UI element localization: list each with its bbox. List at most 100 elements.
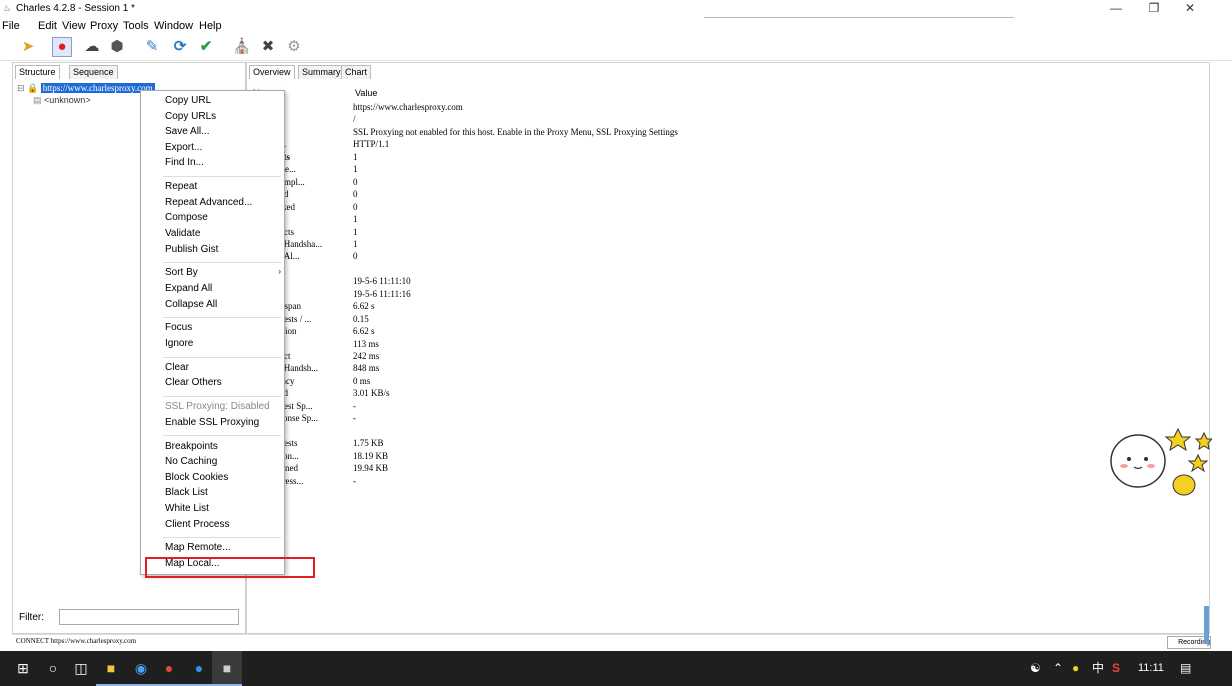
menu-item-repeat-advanced[interactable]: Repeat Advanced... [165, 197, 252, 208]
app-blue-icon[interactable]: ● [184, 651, 214, 686]
pen-icon[interactable]: ✎ [142, 37, 162, 57]
menu-item-publish-gist[interactable]: Publish Gist [165, 244, 218, 255]
menu-item-find-in[interactable]: Find In... [165, 157, 204, 168]
overview-row-value[interactable]: 19-5-6 11:11:10 [353, 276, 411, 286]
notification-icon[interactable]: ▤ [1180, 651, 1191, 686]
menu-item-clear-others[interactable]: Clear Others [165, 377, 222, 388]
overview-row-value[interactable]: 6.62 s [353, 301, 375, 311]
menu-item-copy-url[interactable]: Copy URL [165, 95, 211, 106]
check-icon[interactable]: ✔ [196, 37, 216, 57]
menu-item-repeat[interactable]: Repeat [165, 181, 197, 192]
tab-chart[interactable]: Chart [341, 65, 372, 79]
chrome-icon[interactable]: ● [154, 651, 184, 686]
tab-structure[interactable]: Structure [15, 65, 60, 79]
overview-row-value[interactable]: 1 [353, 164, 358, 174]
value-column-header[interactable]: Value [355, 88, 377, 98]
menu-file[interactable]: File [2, 20, 20, 32]
menu-item-client-process[interactable]: Client Process [165, 519, 229, 530]
collapse-icon[interactable]: ⊟ [17, 83, 25, 93]
overview-row-value[interactable]: 113 ms [353, 339, 379, 349]
file-explorer-icon[interactable]: ■ [96, 651, 126, 686]
overview-row-value[interactable]: - [353, 401, 356, 411]
broom-icon[interactable]: ➤ [18, 37, 38, 57]
overview-row-value[interactable]: 0 [353, 202, 358, 212]
ime-icon[interactable]: 中 [1092, 651, 1104, 686]
menu-item-map-remote[interactable]: Map Remote... [165, 542, 231, 553]
overview-row-value[interactable]: 1.75 KB [353, 438, 384, 448]
minimize-button[interactable]: — [1102, 1, 1130, 15]
clock[interactable]: 11:11 [1138, 651, 1164, 686]
overview-row-value[interactable]: 3.01 KB/s [353, 388, 390, 398]
menu-item-clear[interactable]: Clear [165, 362, 189, 373]
overview-row-value[interactable]: 242 ms [353, 351, 379, 361]
menu-proxy[interactable]: Proxy [90, 20, 118, 32]
menu-item-breakpoints[interactable]: Breakpoints [165, 441, 218, 452]
sogou-icon[interactable]: S [1112, 651, 1120, 686]
tab-overview[interactable]: Overview [249, 65, 295, 79]
menu-item-collapse-all[interactable]: Collapse All [165, 299, 217, 310]
menu-window[interactable]: Window [154, 20, 193, 32]
filter-input[interactable] [59, 609, 239, 625]
menu-item-save-all[interactable]: Save All... [165, 126, 209, 137]
menu-help[interactable]: Help [199, 20, 222, 32]
overview-row-value[interactable]: 1 [353, 152, 358, 162]
tab-summary[interactable]: Summary [298, 65, 345, 79]
overview-row-value[interactable]: - [353, 476, 356, 486]
overview-row-value[interactable]: 1 [353, 214, 358, 224]
menu-view[interactable]: View [62, 20, 86, 32]
menu-item-white-list[interactable]: White List [165, 503, 209, 514]
tools-icon[interactable]: ✖ [258, 37, 278, 57]
tree-item-unknown[interactable]: ▤ <unknown> [33, 95, 91, 106]
tree-item-host[interactable]: ⊟ 🔒 https://www.charlesproxy.com [17, 83, 155, 94]
overview-row-value[interactable]: / [353, 114, 356, 124]
app-icon[interactable]: ◉ [126, 651, 156, 686]
overview-row-value[interactable]: 1 [353, 227, 358, 237]
record-icon[interactable]: ● [52, 37, 72, 57]
cortana-icon[interactable]: ○ [38, 651, 68, 686]
menu-item-black-list[interactable]: Black List [165, 487, 208, 498]
menu-item-expand-all[interactable]: Expand All [165, 283, 212, 294]
overview-row-value[interactable]: https://www.charlesproxy.com [353, 102, 463, 112]
overview-row-value[interactable]: 18.19 KB [353, 451, 388, 461]
menu-item-copy-urls[interactable]: Copy URLs [165, 111, 216, 122]
overview-row-value[interactable]: 1 [353, 239, 358, 249]
menu-item-ignore[interactable]: Ignore [165, 338, 193, 349]
overview-row-value[interactable]: SSL Proxying not enabled for this host. … [353, 127, 678, 137]
overview-row-value[interactable]: 19-5-6 11:11:16 [353, 289, 411, 299]
overview-row-value[interactable]: - [353, 413, 356, 423]
resize-handle[interactable] [1204, 606, 1209, 644]
menu-item-focus[interactable]: Focus [165, 322, 192, 333]
tab-sequence[interactable]: Sequence [69, 65, 118, 79]
menu-item-sort-by[interactable]: Sort By [165, 267, 198, 278]
tray-chevron-icon[interactable]: ⌃ [1053, 651, 1063, 686]
task-view-icon[interactable]: ◫ [66, 651, 96, 686]
windows-start-icon[interactable]: ⊞ [8, 651, 38, 686]
overview-row-value[interactable]: HTTP/1.1 [353, 139, 389, 149]
overview-row-value[interactable]: 0.15 [353, 314, 369, 324]
settings-icon[interactable]: ⚙ [284, 37, 304, 57]
menu-item-export[interactable]: Export... [165, 142, 202, 153]
menu-tools[interactable]: Tools [123, 20, 149, 32]
restore-button[interactable]: ❐ [1140, 1, 1168, 15]
overview-row-value[interactable]: 6.62 s [353, 326, 375, 336]
overview-row-value[interactable]: 0 [353, 251, 358, 261]
people-icon[interactable]: ☯ [1030, 651, 1041, 686]
menu-item-enable-ssl-proxying[interactable]: Enable SSL Proxying [165, 417, 259, 428]
menu-item-block-cookies[interactable]: Block Cookies [165, 472, 228, 483]
breakpoint-icon[interactable]: ⬢ [107, 37, 127, 57]
menu-item-validate[interactable]: Validate [165, 228, 200, 239]
overview-row-value[interactable]: 19.94 KB [353, 463, 388, 473]
tray-app-icon[interactable]: ● [1072, 651, 1079, 686]
close-button[interactable]: ✕ [1176, 1, 1204, 15]
overview-row-value[interactable]: 0 [353, 189, 358, 199]
throttle-icon[interactable]: ☁ [82, 37, 102, 57]
charles-taskbar-icon[interactable]: ■ [212, 651, 242, 686]
overview-row-value[interactable]: 848 ms [353, 363, 379, 373]
menu-edit[interactable]: Edit [38, 20, 57, 32]
overview-row-value[interactable]: 0 ms [353, 376, 370, 386]
menu-item-no-caching[interactable]: No Caching [165, 456, 217, 467]
menu-item-compose[interactable]: Compose [165, 212, 208, 223]
overview-row-value[interactable]: 0 [353, 177, 358, 187]
refresh-icon[interactable]: ⟳ [170, 37, 190, 57]
basket-icon[interactable]: ⛪ [232, 37, 252, 57]
